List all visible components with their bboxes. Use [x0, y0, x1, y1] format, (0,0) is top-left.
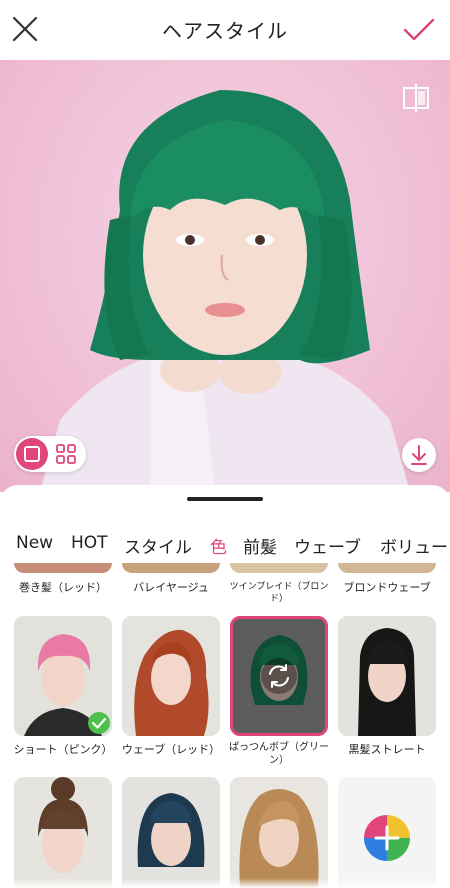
style-card-blonde-wave[interactable] — [230, 777, 328, 888]
style-card-green-bob[interactable] — [230, 616, 328, 736]
compare-icon[interactable] — [400, 82, 432, 114]
style-card-red-wave[interactable] — [122, 616, 220, 736]
tab-wave[interactable]: ウェーブ — [294, 533, 361, 558]
page-title: ヘアスタイル — [162, 19, 288, 43]
style-label: ショート（ピンク） — [13, 743, 113, 756]
tab-bangs[interactable]: 前髪 — [243, 533, 277, 558]
style-card-blue-bob[interactable] — [122, 777, 220, 888]
style-thumbnail-partial[interactable] — [14, 563, 112, 573]
grid-view-icon[interactable] — [54, 442, 78, 466]
portrait-illustration — [40, 90, 410, 492]
tab-color[interactable]: 色 — [210, 533, 227, 558]
sheet-drag-handle[interactable] — [187, 497, 263, 501]
tab-new[interactable]: New — [16, 533, 53, 553]
download-icon[interactable] — [402, 438, 436, 472]
preview-image — [0, 60, 450, 492]
style-label: ツインブレイド（ブロンド） — [229, 582, 329, 604]
top-bar: ヘアスタイル — [0, 0, 450, 60]
custom-color-card[interactable] — [338, 777, 436, 888]
style-label: バレイヤージュ — [133, 581, 209, 594]
refresh-icon[interactable] — [259, 656, 299, 696]
style-label: ウェーブ（レッド） — [121, 743, 221, 756]
style-thumbnail-partial[interactable] — [122, 563, 220, 573]
style-label: ブロンドウェーブ — [343, 581, 431, 594]
color-wheel-add-icon[interactable] — [364, 815, 410, 861]
applied-check-icon — [88, 712, 110, 734]
style-thumbnail-partial[interactable] — [230, 563, 328, 573]
style-card-pink-short[interactable] — [14, 616, 112, 736]
single-view-icon[interactable] — [16, 438, 48, 470]
style-label: 巻き髪（レッド） — [19, 581, 107, 594]
style-picker-sheet: New HOT スタイル 色 前髪 ウェーブ ボリュー 巻き髪（レッド） バレイ… — [0, 485, 450, 888]
tab-style[interactable]: スタイル — [124, 533, 192, 558]
style-thumbnail-partial[interactable] — [338, 563, 436, 573]
style-card-bun[interactable] — [14, 777, 112, 888]
style-label: 黒髪ストレート — [348, 743, 426, 756]
category-tabs: New HOT スタイル 色 前髪 ウェーブ ボリュー — [0, 533, 450, 563]
tab-volume[interactable]: ボリュー — [380, 533, 448, 558]
style-label: ぱっつんボブ（グリーン） — [229, 742, 329, 766]
style-card-black-straight[interactable] — [338, 616, 436, 736]
tab-hot[interactable]: HOT — [71, 533, 108, 553]
check-icon[interactable] — [402, 16, 436, 44]
view-mode-toggle[interactable] — [14, 436, 86, 472]
bottom-fade — [0, 878, 450, 888]
